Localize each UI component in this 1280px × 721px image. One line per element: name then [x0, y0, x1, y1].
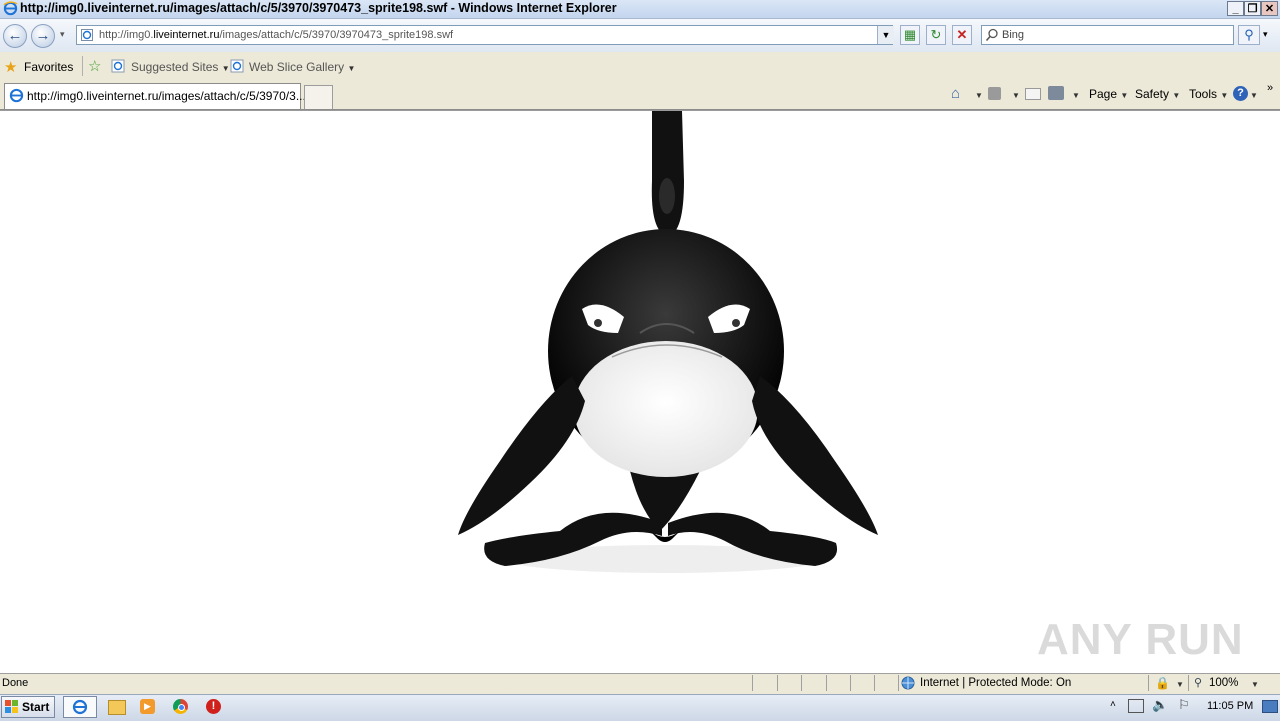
address-text[interactable]: http://img0.liveinternet.ru/images/attac…: [99, 29, 453, 41]
feeds-icon[interactable]: [988, 87, 1001, 100]
search-button[interactable]: ⚲: [1238, 25, 1260, 45]
page-menu[interactable]: Page ▼: [1089, 87, 1128, 101]
tab-ie-icon: [9, 88, 24, 103]
protected-mode-icon[interactable]: 🔒: [1155, 676, 1170, 690]
taskbar-ie-button[interactable]: [63, 696, 97, 718]
status-divider: [850, 675, 851, 691]
security-zone[interactable]: Internet | Protected Mode: On: [920, 677, 1071, 689]
stop-sign-taskbar-icon[interactable]: !: [202, 697, 226, 717]
suggested-sites-link[interactable]: Suggested Sites ▼: [131, 60, 230, 74]
chevron-down-icon: ▼: [1172, 91, 1181, 100]
zoom-level[interactable]: 100%: [1209, 677, 1238, 689]
help-icon[interactable]: ?: [1233, 86, 1248, 101]
status-divider: [1188, 675, 1189, 691]
refresh-icon[interactable]: ↻: [926, 25, 946, 45]
status-divider: [752, 675, 753, 691]
favorites-star-icon: ★: [4, 59, 18, 76]
page-content: [0, 110, 1280, 673]
page-menu-label: Page: [1089, 87, 1118, 101]
home-dropdown-icon[interactable]: ▼: [975, 91, 983, 100]
home-icon[interactable]: ⌂: [951, 85, 960, 102]
clock[interactable]: 11:05 PM: [1207, 700, 1253, 712]
restore-button[interactable]: ❐: [1244, 1, 1261, 16]
chevron-down-icon: ▼: [347, 64, 356, 73]
forward-button[interactable]: →: [31, 24, 55, 48]
status-bar: [0, 673, 1280, 694]
tools-menu-label: Tools: [1189, 87, 1218, 101]
tools-menu[interactable]: Tools ▼: [1189, 87, 1228, 101]
ie-logo-icon: [3, 1, 18, 16]
favorites-button[interactable]: Favorites: [24, 60, 73, 74]
status-divider: [801, 675, 802, 691]
compatibility-view-icon[interactable]: ▦: [900, 25, 920, 45]
stop-icon[interactable]: ✕: [952, 25, 972, 45]
zoom-dropdown-icon[interactable]: ▼: [1251, 680, 1259, 689]
page-icon: [81, 29, 93, 41]
chevron-down-icon: ▼: [1120, 91, 1129, 100]
address-path: /images/attach/c/5/3970/3970473_sprite19…: [219, 29, 454, 41]
back-button[interactable]: ←: [3, 24, 27, 48]
address-dropdown-icon[interactable]: ▼: [877, 26, 894, 44]
web-slice-gallery-icon: [230, 59, 244, 73]
address-domain: liveinternet.ru: [153, 29, 220, 41]
print-icon[interactable]: [1048, 86, 1064, 100]
volume-icon[interactable]: 🔈: [1152, 697, 1168, 713]
suggested-sites-label: Suggested Sites: [131, 60, 219, 74]
close-button[interactable]: ✕: [1261, 1, 1278, 16]
recent-pages-dropdown-icon[interactable]: ▾: [60, 29, 65, 40]
tab-title: http://img0.liveinternet.ru/images/attac…: [27, 89, 306, 103]
search-input[interactable]: Bing: [1002, 29, 1024, 41]
explorer-taskbar-icon[interactable]: [104, 697, 128, 717]
safety-menu[interactable]: Safety ▼: [1135, 87, 1180, 101]
protected-mode-dropdown-icon[interactable]: ▼: [1176, 680, 1184, 689]
minimize-button[interactable]: _: [1227, 1, 1244, 16]
show-desktop-icon[interactable]: [1262, 700, 1278, 713]
status-divider: [874, 675, 875, 691]
ie-icon: [72, 699, 88, 715]
mail-icon[interactable]: [1025, 88, 1041, 100]
chevron-down-icon: ▼: [221, 64, 230, 73]
suggested-sites-icon: [111, 59, 125, 73]
bing-search-icon: [985, 28, 998, 42]
start-button[interactable]: Start: [1, 696, 55, 718]
search-options-icon[interactable]: ▾: [1263, 29, 1268, 40]
help-dropdown-icon[interactable]: ▼: [1250, 91, 1258, 100]
status-divider: [1148, 675, 1149, 691]
orca-animation: [458, 111, 878, 573]
safety-menu-label: Safety: [1135, 87, 1170, 101]
chrome-taskbar-icon[interactable]: [169, 697, 193, 717]
internet-zone-icon: [901, 676, 915, 690]
anyrun-watermark: ANY RUN: [1037, 615, 1244, 664]
feeds-dropdown-icon[interactable]: ▼: [1012, 91, 1020, 100]
status-text: Done: [2, 677, 29, 689]
network-flag-icon[interactable]: ⚐: [1178, 697, 1190, 713]
title-bar: http://img0.liveinternet.ru/images/attac…: [0, 0, 1280, 19]
web-slice-gallery-link[interactable]: Web Slice Gallery ▼: [249, 60, 355, 74]
status-divider: [826, 675, 827, 691]
status-divider: [898, 675, 899, 691]
chevron-down-icon: ▼: [1220, 91, 1229, 100]
divider: [82, 56, 83, 76]
show-hidden-icons-icon[interactable]: ˄: [1110, 699, 1116, 710]
action-center-icon[interactable]: [1128, 699, 1144, 713]
command-bar-overflow-icon[interactable]: »: [1267, 82, 1273, 94]
media-player-taskbar-icon[interactable]: ▶: [136, 697, 160, 717]
new-tab-button[interactable]: [304, 85, 333, 109]
start-label: Start: [22, 700, 50, 714]
windows-logo-icon: [5, 700, 18, 713]
address-prefix: http://img0.: [99, 29, 154, 41]
web-slice-gallery-label: Web Slice Gallery: [249, 60, 345, 74]
zoom-icon: ⚲: [1194, 677, 1203, 689]
status-divider: [777, 675, 778, 691]
add-to-favorites-icon[interactable]: ☆: [88, 57, 101, 75]
window-title: http://img0.liveinternet.ru/images/attac…: [20, 1, 617, 15]
print-dropdown-icon[interactable]: ▼: [1072, 91, 1080, 100]
